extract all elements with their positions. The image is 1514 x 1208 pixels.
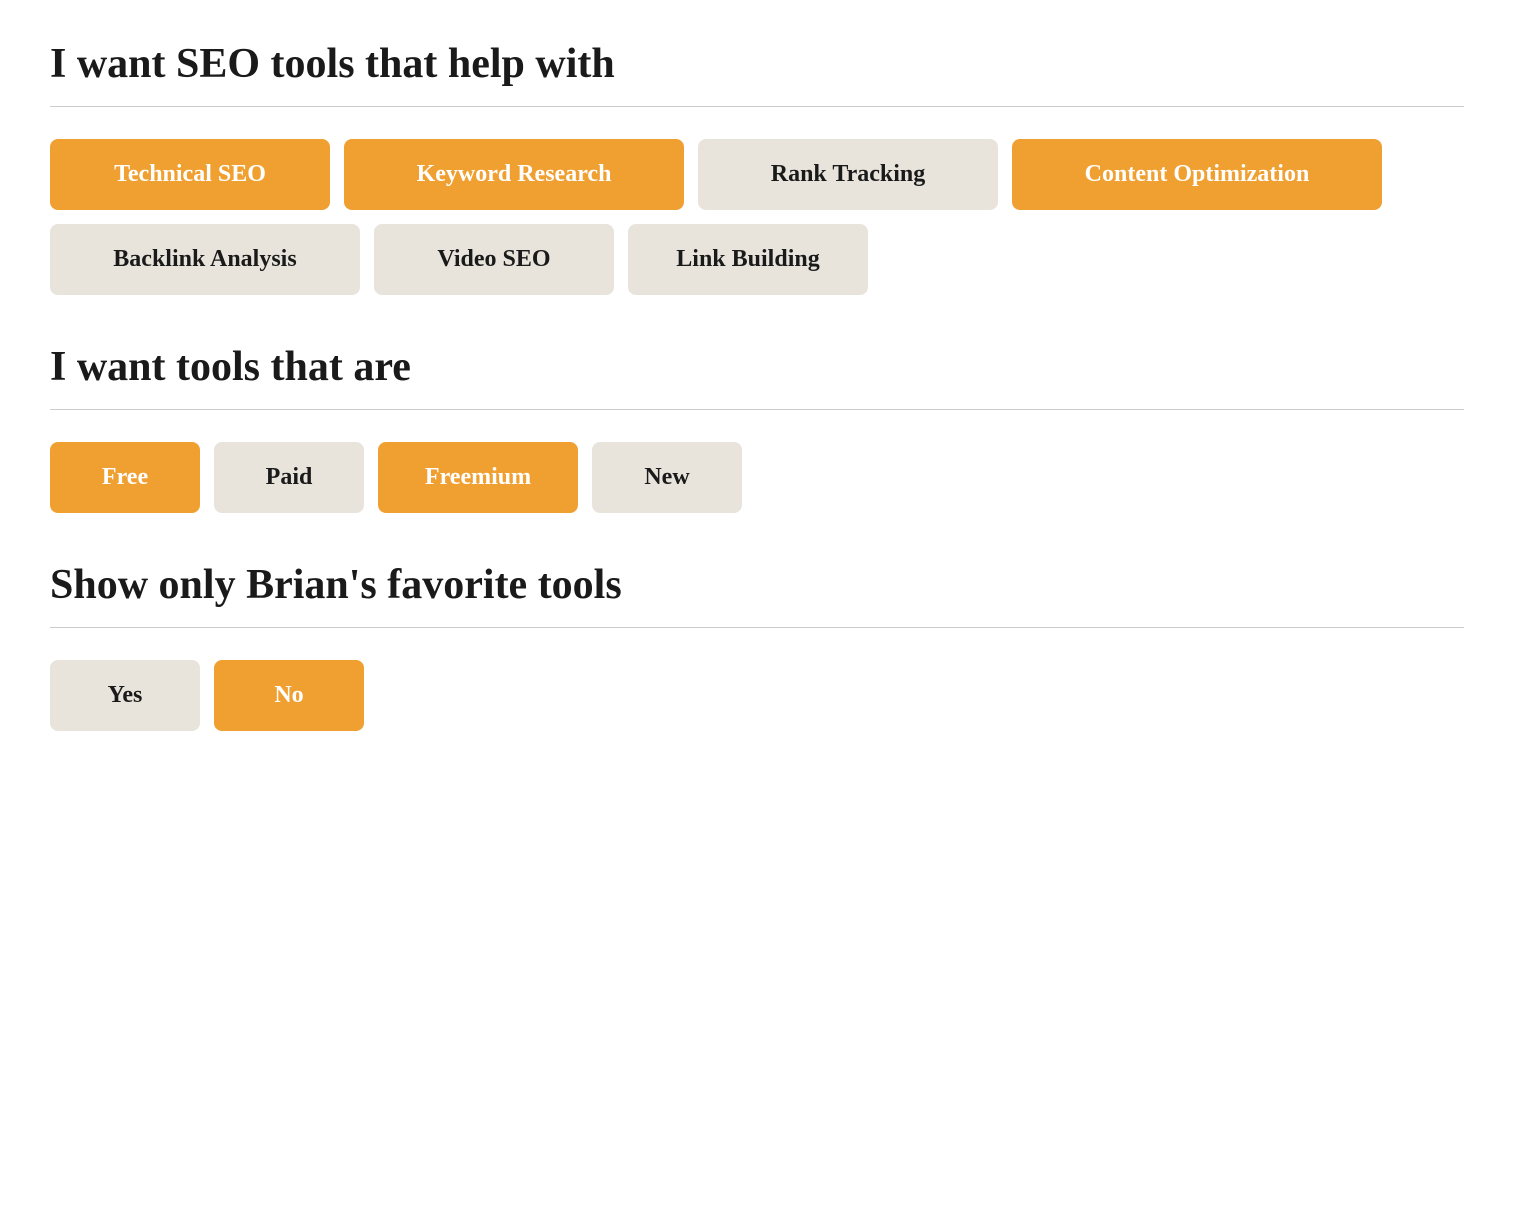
btn-yes[interactable]: Yes bbox=[50, 660, 200, 731]
tools-type-section: I want tools that are Free Paid Freemium… bbox=[50, 343, 1464, 513]
btn-new[interactable]: New bbox=[592, 442, 742, 513]
btn-free[interactable]: Free bbox=[50, 442, 200, 513]
btn-freemium[interactable]: Freemium bbox=[378, 442, 578, 513]
tools-type-buttons: Free Paid Freemium New bbox=[50, 442, 1464, 513]
btn-keyword-research[interactable]: Keyword Research bbox=[344, 139, 684, 210]
btn-technical-seo[interactable]: Technical SEO bbox=[50, 139, 330, 210]
favorites-section: Show only Brian's favorite tools Yes No bbox=[50, 561, 1464, 731]
btn-video-seo[interactable]: Video SEO bbox=[374, 224, 614, 295]
btn-no[interactable]: No bbox=[214, 660, 364, 731]
btn-content-optimization[interactable]: Content Optimization bbox=[1012, 139, 1382, 210]
favorites-buttons: Yes No bbox=[50, 660, 1464, 731]
favorites-title: Show only Brian's favorite tools bbox=[50, 561, 1464, 609]
seo-help-title: I want SEO tools that help with bbox=[50, 40, 1464, 88]
btn-rank-tracking[interactable]: Rank Tracking bbox=[698, 139, 998, 210]
seo-help-section: I want SEO tools that help with Technica… bbox=[50, 40, 1464, 295]
favorites-divider bbox=[50, 627, 1464, 628]
btn-link-building[interactable]: Link Building bbox=[628, 224, 868, 295]
btn-paid[interactable]: Paid bbox=[214, 442, 364, 513]
seo-help-divider bbox=[50, 106, 1464, 107]
filter-page: I want SEO tools that help with Technica… bbox=[50, 40, 1464, 731]
tools-type-title: I want tools that are bbox=[50, 343, 1464, 391]
tools-type-divider bbox=[50, 409, 1464, 410]
seo-help-buttons: Technical SEO Keyword Research Rank Trac… bbox=[50, 139, 1464, 295]
btn-backlink-analysis[interactable]: Backlink Analysis bbox=[50, 224, 360, 295]
